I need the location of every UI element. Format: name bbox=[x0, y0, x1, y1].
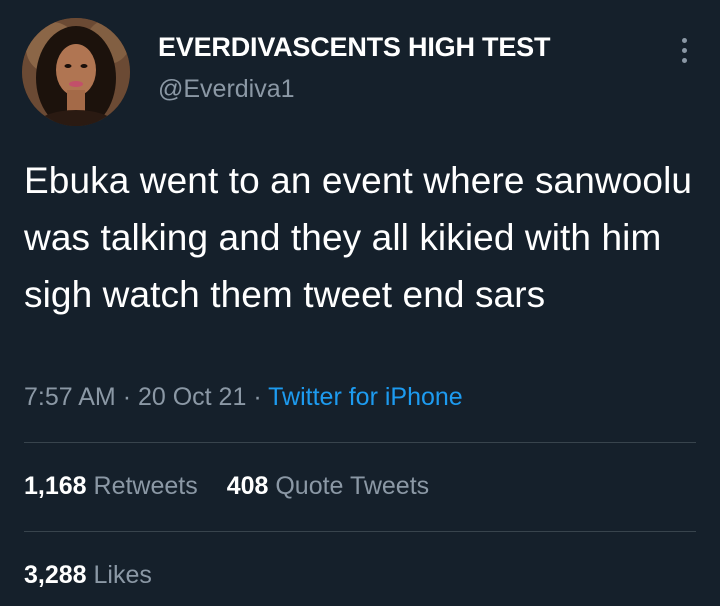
quote-tweets-label: Quote Tweets bbox=[275, 472, 430, 500]
tweet-date[interactable]: 20 Oct 21 bbox=[138, 383, 246, 411]
author-info: EVERDIVASCENTS HIGH TEST @Everdiva1 bbox=[158, 30, 550, 106]
quote-tweets-stat[interactable]: 408 Quote Tweets bbox=[227, 472, 429, 500]
engagement-stats: 1,168 Retweets 408 Quote Tweets bbox=[24, 472, 451, 501]
likes-count: 3,288 bbox=[24, 561, 87, 589]
likes-label: Likes bbox=[93, 561, 152, 589]
retweets-label: Retweets bbox=[93, 472, 198, 500]
tweet-header: EVERDIVASCENTS HIGH TEST @Everdiva1 bbox=[22, 18, 702, 128]
tweet-time[interactable]: 7:57 AM bbox=[24, 383, 116, 411]
avatar[interactable] bbox=[22, 18, 130, 126]
likes-stat[interactable]: 3,288 Likes bbox=[24, 561, 152, 589]
tweet-source-link[interactable]: Twitter for iPhone bbox=[268, 383, 463, 411]
user-handle[interactable]: @Everdiva1 bbox=[158, 72, 550, 106]
meta-separator: · bbox=[253, 383, 262, 411]
tweet-text: Ebuka went to an event where sanwoolu wa… bbox=[24, 160, 693, 315]
divider bbox=[24, 442, 696, 443]
likes-stats: 3,288 Likes bbox=[24, 561, 174, 590]
tweet-meta: 7:57 AM · 20 Oct 21 · Twitter for iPhone bbox=[24, 383, 463, 412]
retweets-stat[interactable]: 1,168 Retweets bbox=[24, 472, 205, 500]
display-name[interactable]: EVERDIVASCENTS HIGH TEST bbox=[158, 30, 550, 64]
retweets-count: 1,168 bbox=[24, 472, 87, 500]
divider bbox=[24, 531, 696, 532]
meta-separator: · bbox=[122, 383, 132, 411]
quote-tweets-count: 408 bbox=[226, 472, 269, 500]
more-options-icon[interactable] bbox=[674, 38, 694, 78]
tweet-detail: EVERDIVASCENTS HIGH TEST @Everdiva1 Ebuk… bbox=[0, 0, 720, 606]
